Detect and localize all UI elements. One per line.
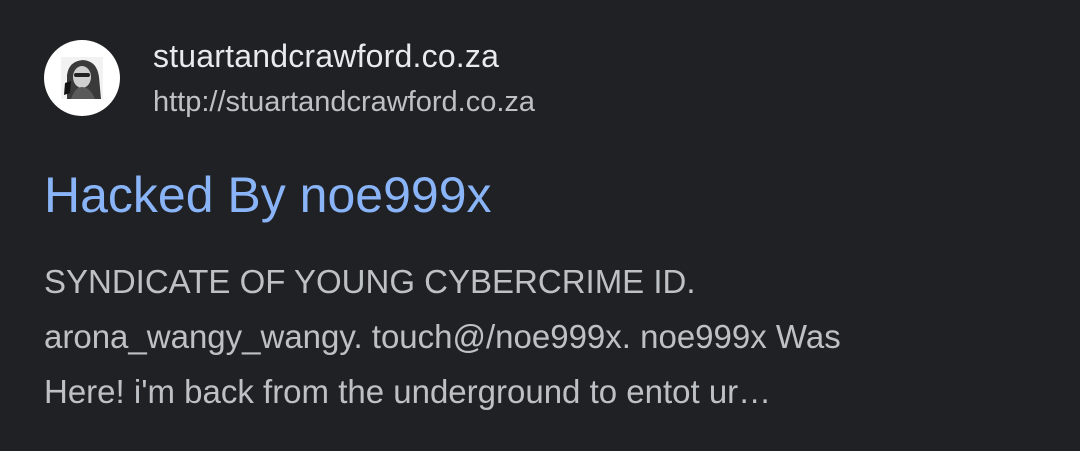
- avatar-photo-icon: [61, 57, 103, 99]
- site-meta: stuartandcrawford.co.za http://stuartand…: [153, 36, 535, 120]
- snippet-line: arona_wangy_wangy. touch@/noe999x. noe99…: [44, 318, 841, 355]
- site-url[interactable]: http://stuartandcrawford.co.za: [153, 84, 535, 120]
- snippet-line: SYNDICATE OF YOUNG CYBERCRIME ID.: [44, 263, 696, 300]
- snippet-line: Here! i'm back from the underground to e…: [44, 373, 772, 410]
- site-favicon: [44, 40, 120, 116]
- search-result: stuartandcrawford.co.za http://stuartand…: [0, 0, 1080, 451]
- site-header[interactable]: stuartandcrawford.co.za http://stuartand…: [44, 36, 535, 120]
- result-title-link[interactable]: Hacked By noe999x: [44, 164, 492, 226]
- result-snippet: SYNDICATE OF YOUNG CYBERCRIME ID. arona_…: [44, 254, 1044, 419]
- site-name[interactable]: stuartandcrawford.co.za: [153, 36, 535, 76]
